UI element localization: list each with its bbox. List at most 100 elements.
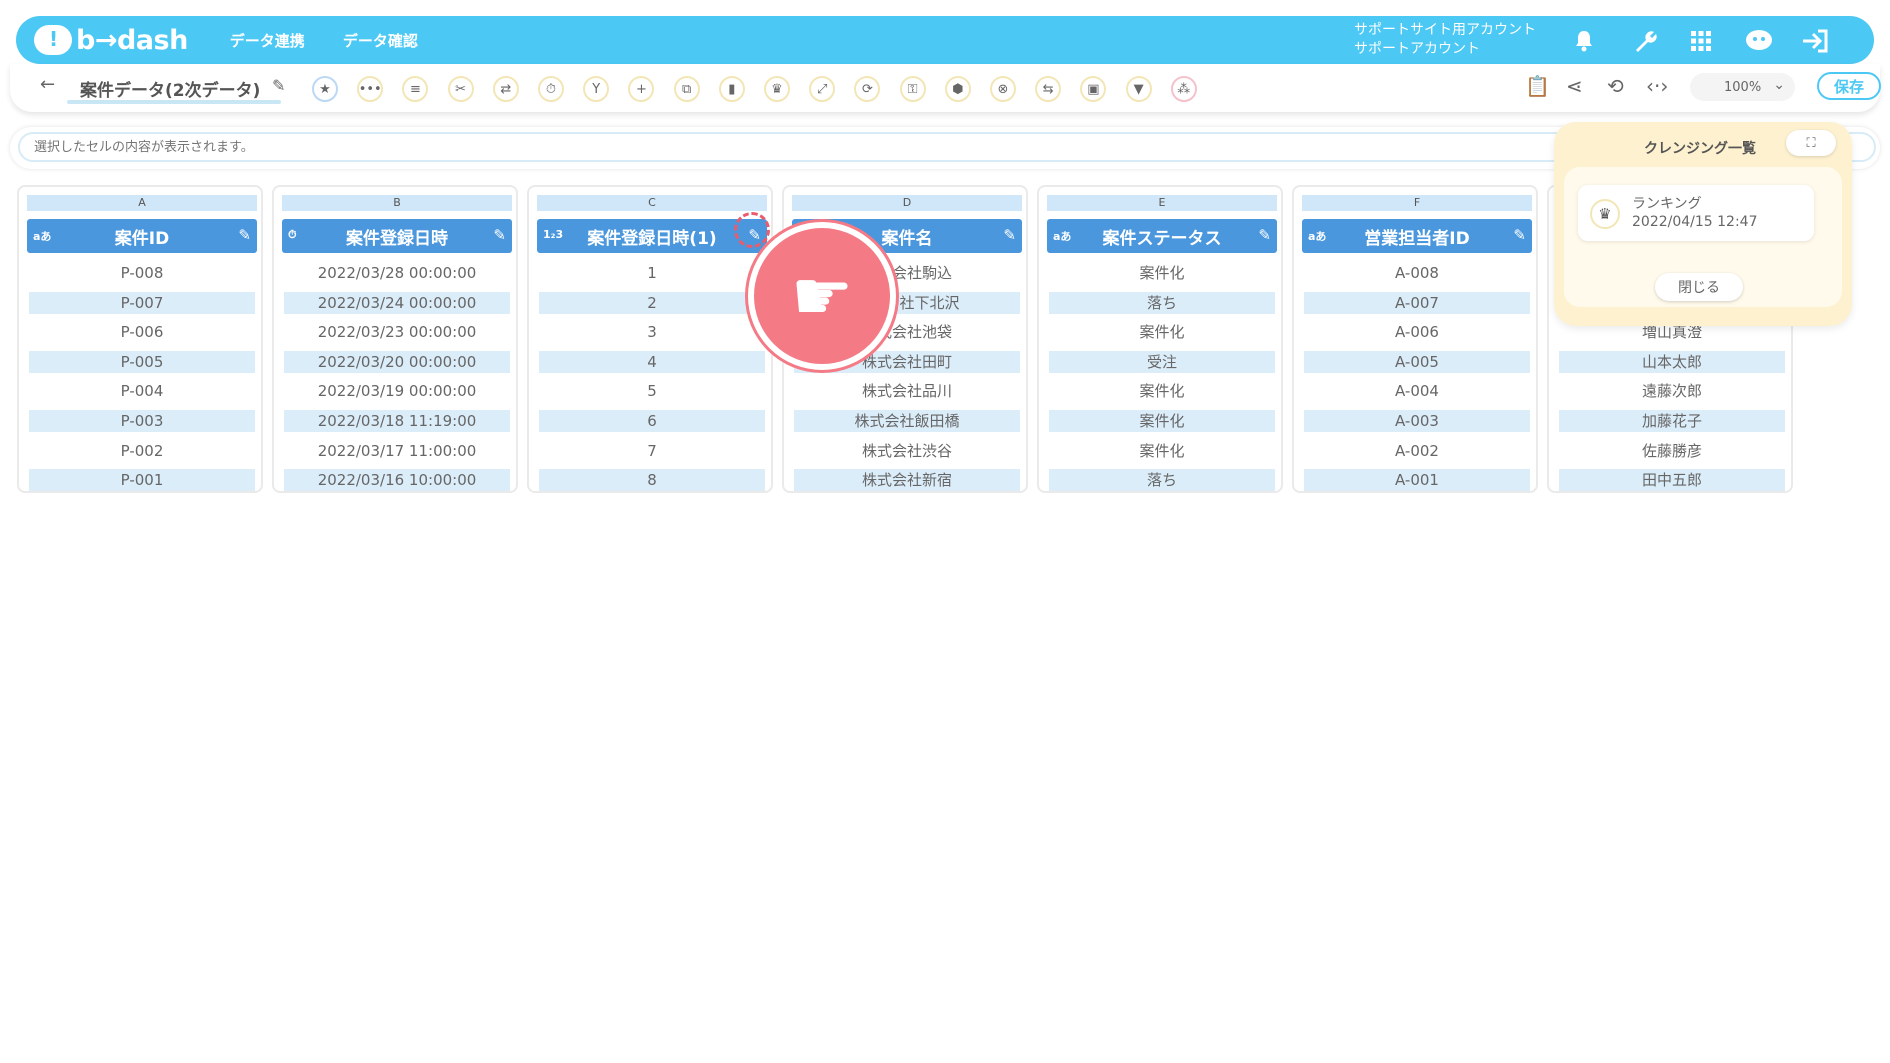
table-cell[interactable]: 落ち bbox=[1049, 469, 1275, 492]
refresh-file-icon[interactable]: ⟲ bbox=[1607, 74, 1624, 98]
column-letter[interactable]: B bbox=[282, 195, 512, 211]
table-cell[interactable]: P-003 bbox=[29, 410, 255, 432]
table-cell[interactable]: A-004 bbox=[1304, 380, 1530, 402]
list-tool-icon[interactable]: ≡ bbox=[402, 76, 429, 102]
table-cell[interactable]: 2022/03/16 10:00:00 bbox=[284, 469, 510, 492]
column-letter[interactable]: E bbox=[1047, 195, 1277, 211]
table-cell[interactable]: A-003 bbox=[1304, 410, 1530, 432]
table-cell[interactable]: P-008 bbox=[29, 262, 255, 284]
scissors-tool-icon[interactable]: ✂ bbox=[447, 76, 474, 102]
expand-tool-icon[interactable]: ⤢ bbox=[809, 76, 836, 102]
table-cell[interactable]: A-008 bbox=[1304, 262, 1530, 284]
table-cell[interactable]: 7 bbox=[539, 440, 765, 462]
zoom-select[interactable]: 100% ⌄ bbox=[1690, 73, 1795, 101]
account-info[interactable]: サポートサイト用アカウント サポートアカウント bbox=[1354, 21, 1536, 59]
table-cell[interactable]: 1 bbox=[539, 262, 765, 284]
column-letter[interactable]: A bbox=[27, 195, 257, 211]
table-cell[interactable]: 案件化 bbox=[1049, 380, 1275, 402]
filter-tool-icon[interactable]: ▼ bbox=[1125, 76, 1152, 102]
column-header[interactable]: aあ 案件ID ✎ bbox=[27, 219, 257, 253]
close-button[interactable]: 閉じる bbox=[1655, 273, 1743, 301]
table-cell[interactable]: A-005 bbox=[1304, 350, 1530, 373]
table-cell[interactable]: 佐藤勝彦 bbox=[1559, 440, 1785, 462]
table-cell[interactable]: 案件化 bbox=[1049, 410, 1275, 432]
table-cell[interactable]: 6 bbox=[539, 410, 765, 432]
table-cell[interactable]: 8 bbox=[539, 469, 765, 492]
repeat-tool-icon[interactable]: ⟳ bbox=[854, 76, 881, 102]
bdash-logo[interactable]: b→dash bbox=[34, 25, 188, 56]
table-cell[interactable]: 2022/03/20 00:00:00 bbox=[284, 350, 510, 373]
clipboard-icon[interactable]: 📋 bbox=[1525, 74, 1550, 98]
crown-tool-icon[interactable]: ♛ bbox=[764, 76, 790, 102]
table-cell[interactable]: 加藤花子 bbox=[1559, 410, 1785, 432]
table-cell[interactable]: A-002 bbox=[1304, 440, 1530, 462]
column-edit-pencil-icon[interactable]: ✎ bbox=[1513, 226, 1526, 244]
bell-icon[interactable] bbox=[1569, 26, 1599, 56]
column-header[interactable]: ⏱ 案件登録日時 ✎ bbox=[282, 219, 512, 253]
dataset-title[interactable]: 案件データ(2次データ) bbox=[80, 76, 260, 101]
column-header[interactable]: aあ 案件ステータス ✎ bbox=[1047, 219, 1277, 253]
table-cell[interactable]: A-006 bbox=[1304, 321, 1530, 343]
column-letter[interactable]: D bbox=[792, 195, 1022, 211]
table-cell[interactable]: 2022/03/23 00:00:00 bbox=[284, 321, 510, 343]
lock-tool-icon[interactable]: ⚿ bbox=[899, 76, 926, 102]
cancel-tool-icon[interactable]: ⊗ bbox=[990, 76, 1016, 102]
column-edit-pencil-icon[interactable]: ✎ bbox=[1003, 226, 1016, 244]
table-cell[interactable]: 案件化 bbox=[1049, 262, 1275, 284]
wrench-icon[interactable] bbox=[1630, 26, 1660, 56]
table-cell[interactable]: 株式会社新宿 bbox=[794, 469, 1020, 492]
delete-tool-icon[interactable]: ▮ bbox=[718, 76, 745, 102]
replace-tool-icon[interactable]: ⇆ bbox=[1035, 76, 1062, 102]
save-button[interactable]: 保存 bbox=[1817, 72, 1881, 100]
table-cell[interactable]: 5 bbox=[539, 380, 765, 402]
code-icon[interactable]: ‹·› bbox=[1646, 74, 1668, 98]
table-cell[interactable]: P-002 bbox=[29, 440, 255, 462]
table-cell[interactable]: 2 bbox=[539, 291, 765, 314]
chatbot-icon[interactable] bbox=[1744, 26, 1774, 56]
table-cell[interactable]: 田中五郎 bbox=[1559, 469, 1785, 492]
table-cell[interactable]: P-007 bbox=[29, 291, 255, 314]
table-cell[interactable]: 2022/03/17 11:00:00 bbox=[284, 440, 510, 462]
table-cell[interactable]: 受注 bbox=[1049, 350, 1275, 373]
column-letter[interactable]: C bbox=[537, 195, 767, 211]
title-edit-pencil-icon[interactable]: ✎ bbox=[272, 76, 285, 95]
branch-tool-icon[interactable]: Y bbox=[583, 76, 610, 102]
apps-grid-icon[interactable] bbox=[1686, 26, 1716, 56]
table-cell[interactable]: 株式会社品川 bbox=[794, 380, 1020, 402]
add-tool-icon[interactable]: + bbox=[628, 76, 655, 102]
table-cell[interactable]: P-004 bbox=[29, 380, 255, 402]
cleansing-item[interactable]: ♛ ランキング 2022/04/15 12:47 bbox=[1578, 185, 1814, 241]
column-header[interactable]: 1₂3 案件登録日時(1) ✎ bbox=[537, 219, 767, 253]
table-cell[interactable]: 落ち bbox=[1049, 291, 1275, 314]
table-cell[interactable]: 案件化 bbox=[1049, 321, 1275, 343]
favorite-tool-icon[interactable]: ★ bbox=[312, 76, 338, 102]
nav-data-integration[interactable]: データ連携 bbox=[230, 30, 305, 51]
table-cell[interactable]: 4 bbox=[539, 350, 765, 373]
column-edit-pencil-icon[interactable]: ✎ bbox=[1258, 226, 1271, 244]
timer-tool-icon[interactable]: ⏱ bbox=[538, 76, 564, 102]
column-edit-pencil-icon[interactable]: ✎ bbox=[238, 226, 251, 244]
table-cell[interactable]: 2022/03/19 00:00:00 bbox=[284, 380, 510, 402]
logout-icon[interactable] bbox=[1800, 26, 1830, 56]
table-cell[interactable]: 2022/03/24 00:00:00 bbox=[284, 291, 510, 314]
table-cell[interactable]: 株式会社飯田橋 bbox=[794, 410, 1020, 432]
table-cell[interactable]: P-001 bbox=[29, 469, 255, 492]
frame-tool-icon[interactable]: ▣ bbox=[1080, 76, 1107, 102]
table-cell[interactable]: P-006 bbox=[29, 321, 255, 343]
grid-tool-icon[interactable]: ⁂ bbox=[1170, 76, 1197, 102]
split-tool-icon[interactable]: ⇄ bbox=[492, 76, 519, 102]
column-edit-pencil-icon[interactable]: ✎ bbox=[493, 226, 506, 244]
box-tool-icon[interactable]: ⬢ bbox=[944, 76, 971, 102]
copy-tool-icon[interactable]: ⧉ bbox=[673, 76, 700, 102]
share-icon[interactable]: ⋖ bbox=[1566, 74, 1583, 98]
table-cell[interactable]: A-001 bbox=[1304, 469, 1530, 492]
nav-data-check[interactable]: データ確認 bbox=[343, 30, 418, 51]
table-cell[interactable]: A-007 bbox=[1304, 291, 1530, 314]
expand-icon[interactable]: ⛶ bbox=[1786, 130, 1836, 156]
table-cell[interactable]: 2022/03/18 11:19:00 bbox=[284, 410, 510, 432]
table-cell[interactable]: 山本太郎 bbox=[1559, 350, 1785, 373]
table-cell[interactable]: P-005 bbox=[29, 350, 255, 373]
table-cell[interactable]: 株式会社渋谷 bbox=[794, 440, 1020, 462]
column-letter[interactable]: F bbox=[1302, 195, 1532, 211]
column-header[interactable]: aあ 営業担当者ID ✎ bbox=[1302, 219, 1532, 253]
